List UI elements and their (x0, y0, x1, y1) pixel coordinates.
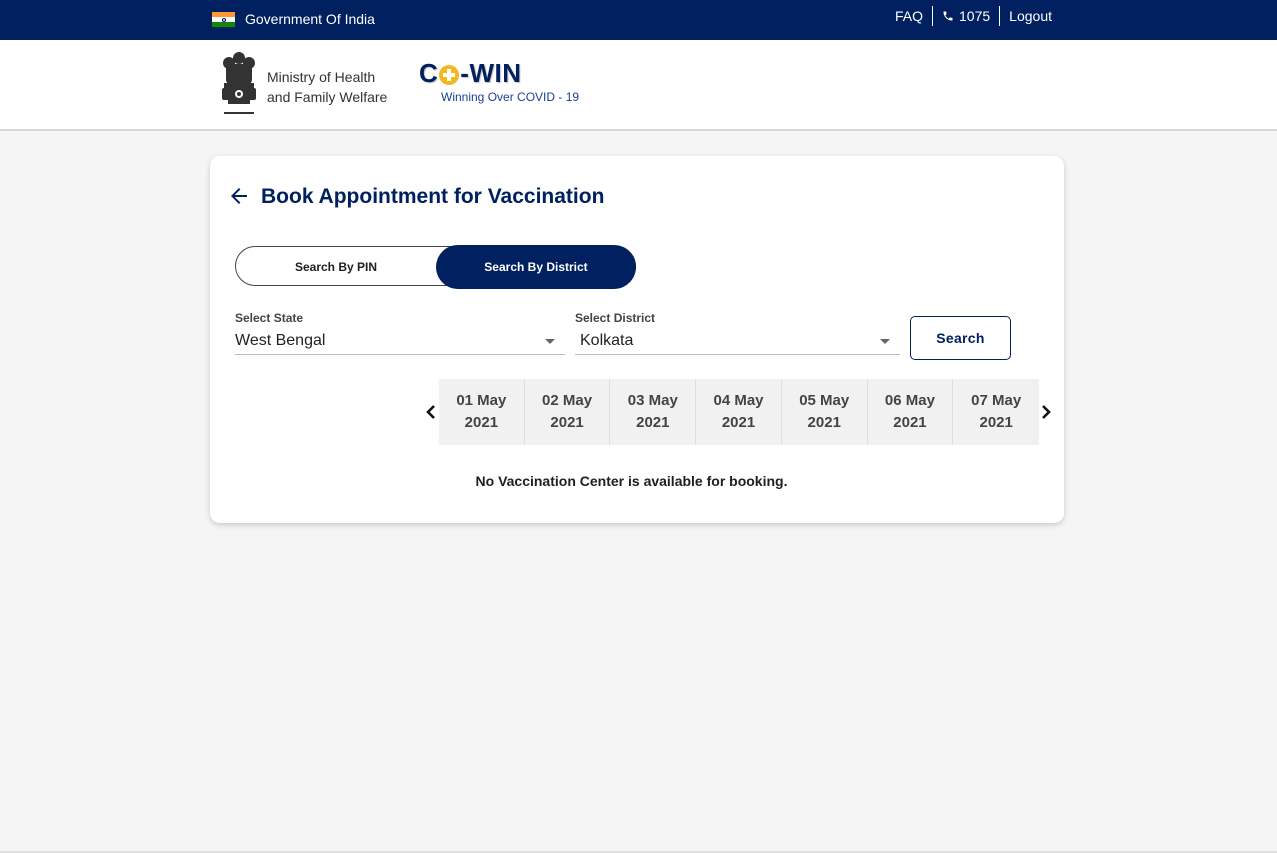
date-day: 03 May (627, 392, 678, 409)
chevron-left-icon[interactable] (425, 404, 437, 420)
date-cell[interactable]: 05 May 2021 (782, 379, 868, 445)
state-value: West Bengal (235, 332, 326, 349)
back-arrow-icon[interactable] (227, 184, 251, 208)
state-field: Select State West Bengal (235, 311, 565, 357)
date-year: 2021 (550, 414, 584, 431)
date-day: 01 May (456, 392, 507, 409)
logo-prefix: C (419, 58, 439, 88)
page-title: Book Appointment for Vaccination (261, 185, 605, 208)
plus-circle-icon (439, 64, 460, 85)
national-emblem-icon (222, 52, 256, 114)
district-value: Kolkata (580, 332, 634, 349)
date-cell[interactable]: 01 May 2021 (439, 379, 525, 445)
ministry-name: Ministry of Health and Family Welfare (267, 67, 387, 107)
tab-search-by-pin[interactable]: Search By PIN (236, 245, 436, 289)
tab-search-by-district[interactable]: Search By District (436, 245, 636, 289)
date-cell[interactable]: 03 May 2021 (610, 379, 697, 445)
date-cell[interactable]: 06 May 2021 (868, 379, 954, 445)
helpline-number: 1075 (959, 8, 991, 24)
date-year: 2021 (464, 414, 499, 431)
india-flag-icon (212, 12, 235, 27)
date-year: 2021 (807, 414, 841, 431)
date-day: 02 May (542, 392, 593, 409)
state-label: Select State (235, 311, 304, 325)
date-day: 04 May (713, 392, 764, 409)
logout-link[interactable]: Logout (999, 6, 1052, 26)
ministry-line-1: Ministry of Health (267, 69, 376, 85)
district-field: Select District Kolkata (575, 311, 900, 357)
date-year: 2021 (979, 414, 1013, 431)
empty-state-message: No Vaccination Center is available for b… (475, 473, 788, 489)
government-label: Government Of India (245, 11, 375, 27)
faq-link[interactable]: FAQ (886, 6, 932, 26)
date-day: 07 May (971, 392, 1022, 409)
date-year: 2021 (636, 414, 670, 431)
phone-icon (943, 11, 953, 21)
date-cell[interactable]: 02 May 2021 (525, 379, 611, 445)
cowin-logo[interactable]: C -WIN (419, 58, 521, 89)
dropdown-caret-icon (545, 339, 555, 344)
top-bar: Government Of India FAQ 1075 Logout (0, 0, 1277, 40)
date-cell[interactable]: 07 May 2021 (953, 379, 1039, 445)
faq-label: FAQ (895, 8, 924, 24)
date-cell[interactable]: 04 May 2021 (696, 379, 782, 445)
dropdown-caret-icon (880, 339, 890, 344)
date-year: 2021 (893, 414, 927, 431)
chevron-right-icon[interactable] (1040, 404, 1052, 420)
logout-label: Logout (1009, 8, 1052, 24)
booking-card: Book Appointment for Vaccination Search … (210, 156, 1064, 523)
district-label: Select District (575, 311, 656, 325)
search-button[interactable]: Search (910, 316, 1011, 360)
date-day: 06 May (884, 392, 935, 409)
search-mode-toggle: Search By PIN Search By District (235, 245, 636, 289)
top-nav: FAQ 1075 Logout (886, 6, 1052, 26)
date-year: 2021 (721, 414, 756, 431)
logo-tagline: Winning Over COVID - 19 (441, 90, 580, 104)
state-select[interactable]: West Bengal (235, 329, 565, 355)
ministry-line-2: and Family Welfare (267, 89, 388, 105)
site-header: Ministry of Health and Family Welfare C … (0, 40, 1277, 131)
logo-suffix: -WIN (460, 58, 522, 88)
date-strip: 01 May 2021 02 May 2021 03 May 2021 04 M… (439, 379, 1039, 445)
helpline-link[interactable]: 1075 (932, 6, 999, 26)
district-select[interactable]: Kolkata (575, 329, 900, 355)
date-day: 05 May (799, 392, 850, 409)
